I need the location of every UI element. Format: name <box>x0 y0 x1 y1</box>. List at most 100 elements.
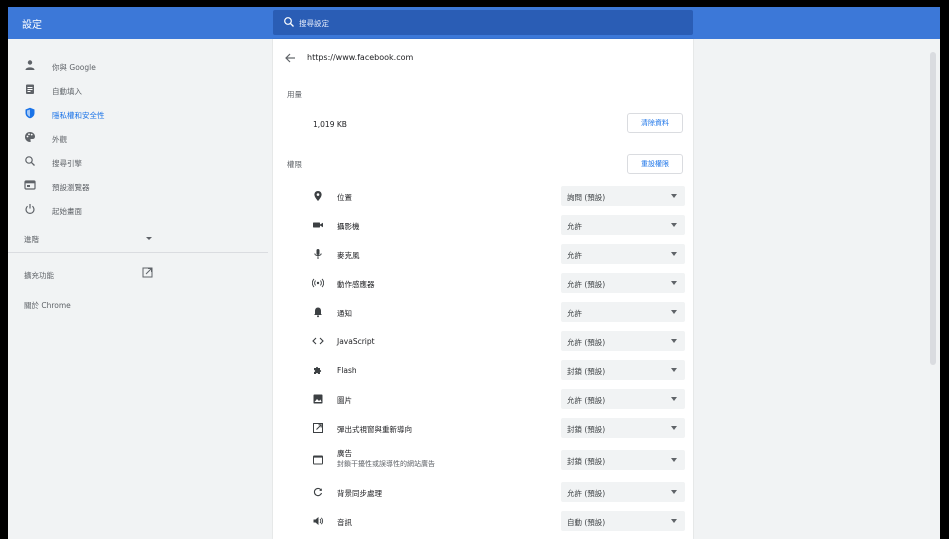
camera-icon <box>313 222 323 228</box>
sound-icon <box>313 517 324 525</box>
permission-select[interactable]: 詢問 (預設) <box>561 186 685 206</box>
dropdown-arrow-icon <box>671 252 677 256</box>
permission-select[interactable]: 允許 <box>561 302 685 322</box>
permission-name: 位置 <box>337 193 352 202</box>
sidebar-item-privacy[interactable]: 隱私權和安全性 <box>8 102 268 126</box>
permission-name: 麥克風 <box>337 251 360 260</box>
dropdown-arrow-icon <box>671 281 677 285</box>
permission-value: 詢問 (預設) <box>567 193 606 202</box>
sidebar-item-extensions[interactable]: 擴充功能 <box>8 262 268 286</box>
search-icon <box>25 156 35 166</box>
sensor-icon <box>312 278 324 288</box>
sidebar-advanced-label: 進階 <box>24 235 39 244</box>
sidebar-item-on-startup[interactable]: 起始畫面 <box>8 198 268 222</box>
settings-window: 設定 搜尋設定 你與 Google 自動填入 隱私權和安全性 外觀 搜尋引擎 預… <box>8 7 940 539</box>
permission-row-images: 圖片 允許 (預設) <box>273 385 693 413</box>
permission-select[interactable]: 允許 (預設) <box>561 482 685 502</box>
mic-icon <box>314 249 322 259</box>
permission-name: JavaScript <box>337 337 375 346</box>
sidebar-item-search-engine[interactable]: 搜尋引擎 <box>8 150 268 174</box>
search-placeholder: 搜尋設定 <box>299 19 329 28</box>
shield-icon <box>25 107 35 119</box>
permission-row-popups: 彈出式視窗與重新導向 封鎖 (預設) <box>273 414 693 442</box>
person-icon <box>25 60 35 70</box>
sidebar-item-label: 預設瀏覽器 <box>52 183 90 192</box>
search-input[interactable]: 搜尋設定 <box>273 10 693 35</box>
permission-select[interactable]: 允許 <box>561 244 685 264</box>
permission-row-sound: 音訊 自動 (預設) <box>273 507 693 535</box>
sidebar-item-default-browser[interactable]: 預設瀏覽器 <box>8 174 268 198</box>
code-icon <box>312 337 324 345</box>
dropdown-arrow-icon <box>671 490 677 494</box>
permission-value: 允許 (預設) <box>567 396 606 405</box>
scrollbar-thumb[interactable] <box>930 52 936 365</box>
permission-name: 圖片 <box>337 396 352 405</box>
ads-icon <box>313 455 323 465</box>
permission-select[interactable]: 封鎖 (預設) <box>561 360 685 380</box>
dropdown-arrow-icon <box>671 339 677 343</box>
permission-select[interactable]: 允許 (預設) <box>561 331 685 351</box>
dropdown-arrow-icon <box>671 426 677 430</box>
site-details-card: https://www.facebook.com 用量 1,019 KB 清除資… <box>273 39 693 539</box>
permission-row-camera: 攝影機 允許 <box>273 211 693 239</box>
image-icon <box>313 394 323 404</box>
top-bar: 設定 搜尋設定 <box>8 7 940 39</box>
permission-select[interactable]: 封鎖 (預設) <box>561 418 685 438</box>
dropdown-arrow-icon <box>671 397 677 401</box>
permissions-section-title: 權限 <box>287 160 302 169</box>
dropdown-arrow-icon <box>671 368 677 372</box>
usage-section-title: 用量 <box>287 90 302 99</box>
reset-permissions-button[interactable]: 重設權限 <box>627 154 683 174</box>
sidebar-item-you-and-google[interactable]: 你與 Google <box>8 54 268 78</box>
dropdown-arrow-icon <box>671 223 677 227</box>
permission-name: 彈出式視窗與重新導向 <box>337 425 412 434</box>
clipboard-icon <box>26 84 34 94</box>
sidebar-item-label: 搜尋引擎 <box>52 159 82 168</box>
permission-name: Flash <box>337 366 357 375</box>
dropdown-arrow-icon <box>671 519 677 523</box>
permission-name: 音訊 <box>337 518 352 527</box>
open-in-new-icon <box>142 267 153 278</box>
permission-name: 攝影機 <box>337 222 360 231</box>
dropdown-arrow-icon <box>671 194 677 198</box>
permission-name: 通知 <box>337 309 352 318</box>
permission-value: 封鎖 (預設) <box>567 457 606 466</box>
permission-value: 允許 <box>567 222 582 231</box>
sidebar-advanced-toggle[interactable]: 進階 <box>8 226 268 250</box>
search-icon <box>284 17 294 27</box>
page-title: 設定 <box>22 20 42 31</box>
sidebar-item-about[interactable]: 關於 Chrome <box>8 292 268 316</box>
permission-select[interactable]: 封鎖 (預設) <box>561 450 685 470</box>
permission-value: 封鎖 (預設) <box>567 367 606 376</box>
permission-value: 允許 <box>567 251 582 260</box>
permission-select[interactable]: 自動 (預設) <box>561 511 685 531</box>
permission-row-microphone: 麥克風 允許 <box>273 240 693 268</box>
back-arrow-icon[interactable] <box>285 53 296 63</box>
sidebar-item-label: 隱私權和安全性 <box>52 111 105 120</box>
permission-row-background-sync: 背景同步處理 允許 (預設) <box>273 478 693 506</box>
bell-icon <box>314 307 322 318</box>
permission-select[interactable]: 允許 (預設) <box>561 273 685 293</box>
sidebar-item-label: 關於 Chrome <box>24 301 71 310</box>
site-url: https://www.facebook.com <box>307 53 414 62</box>
permission-row-ads: 廣告 封鎖干擾性或誤導性的網站廣告 封鎖 (預設) <box>273 443 693 477</box>
permission-value: 封鎖 (預設) <box>567 425 606 434</box>
permission-select[interactable]: 允許 <box>561 215 685 235</box>
popup-icon <box>313 423 323 433</box>
permission-value: 允許 <box>567 309 582 318</box>
permission-select[interactable]: 允許 (預設) <box>561 389 685 409</box>
sidebar-item-autofill[interactable]: 自動填入 <box>8 78 268 102</box>
permission-row-notifications: 通知 允許 <box>273 298 693 326</box>
dropdown-arrow-icon <box>671 458 677 462</box>
clear-data-button[interactable]: 清除資料 <box>627 113 683 133</box>
power-icon <box>25 204 35 214</box>
browser-icon <box>24 180 36 190</box>
permission-value: 允許 (預設) <box>567 338 606 347</box>
sidebar-item-label: 你與 Google <box>52 63 96 72</box>
permission-row-javascript: JavaScript 允許 (預設) <box>273 327 693 355</box>
sidebar-item-label: 擴充功能 <box>24 271 54 280</box>
usage-amount: 1,019 KB <box>313 120 347 129</box>
permission-value: 自動 (預設) <box>567 518 606 527</box>
sidebar-item-appearance[interactable]: 外觀 <box>8 126 268 150</box>
sidebar-item-label: 自動填入 <box>52 87 82 96</box>
